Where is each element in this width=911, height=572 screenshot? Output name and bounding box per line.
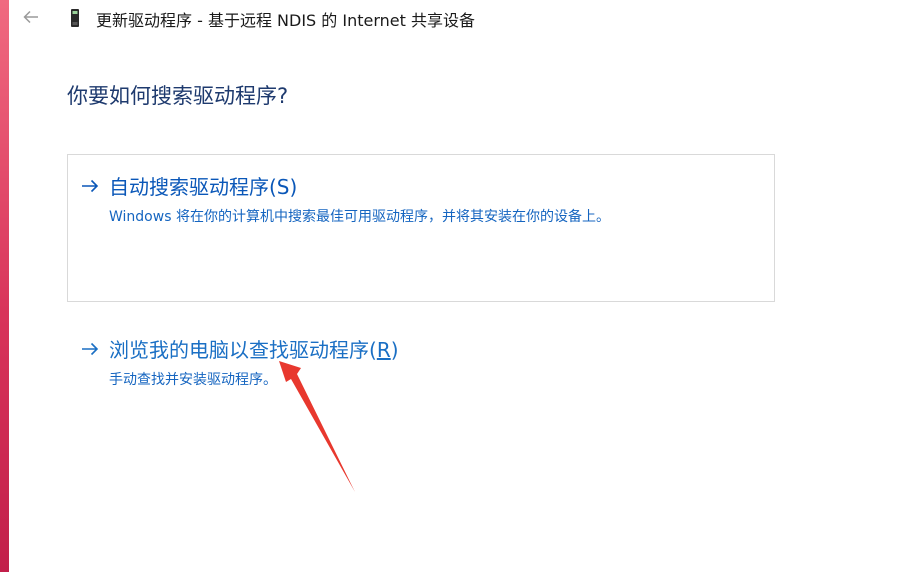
window-edge-strip: [0, 0, 9, 572]
browse-computer-title[interactable]: 浏览我的电脑以查找驱动程序(R): [109, 334, 399, 363]
browse-computer-option[interactable]: 浏览我的电脑以查找驱动程序(R) 手动查找并安装驱动程序。: [80, 334, 399, 389]
auto-search-description: Windows 将在你的计算机中搜索最佳可用驱动程序，并将其安装在你的设备上。: [109, 209, 610, 225]
update-driver-dialog: 更新驱动程序 - 基于远程 NDIS 的 Internet 共享设备 你要如何搜…: [0, 0, 911, 572]
right-arrow-icon: [82, 179, 99, 192]
browse-title-main: 浏览我的电脑以查找驱动程序(: [109, 338, 377, 362]
auto-search-title[interactable]: 自动搜索驱动程序(S): [109, 171, 297, 200]
browse-computer-description: 手动查找并安装驱动程序。: [109, 372, 277, 388]
browse-title-mnemonic: R: [376, 338, 391, 362]
right-arrow-icon: [82, 342, 99, 355]
title-bar: 更新驱动程序 - 基于远程 NDIS 的 Internet 共享设备: [0, 0, 911, 38]
back-button[interactable]: [20, 6, 42, 28]
page-question-heading: 你要如何搜索驱动程序?: [67, 84, 289, 108]
back-arrow-icon: [23, 10, 38, 24]
auto-search-option[interactable]: 自动搜索驱动程序(S) Windows 将在你的计算机中搜索最佳可用驱动程序，并…: [80, 171, 610, 226]
network-device-icon: [71, 9, 79, 27]
window-title: 更新驱动程序 - 基于远程 NDIS 的 Internet 共享设备: [96, 11, 475, 30]
browse-title-end: ): [390, 338, 399, 362]
